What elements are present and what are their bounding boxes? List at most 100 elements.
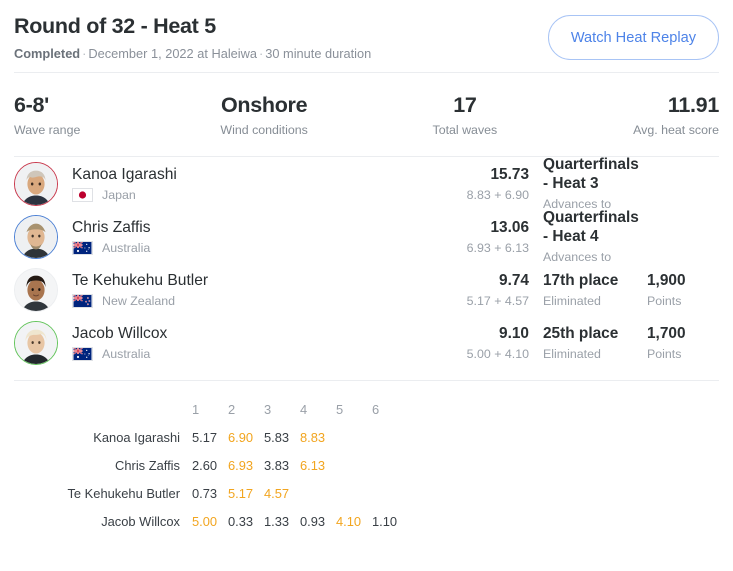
wave-scores-table: 1 2 3 4 5 6 Kanoa Igarashi 5.17 6.90 5.8… — [0, 381, 733, 535]
stat-value: 17 — [453, 93, 477, 117]
stat-label: Wind conditions — [220, 123, 308, 137]
athlete-points-label: Points — [647, 346, 682, 361]
athlete-result-sub: Eliminated — [543, 293, 601, 308]
country-label: Australia — [102, 347, 151, 361]
stat-wind-conditions: Onshore Wind conditions — [181, 93, 382, 138]
athlete-points-column — [647, 182, 719, 186]
status-badge: Completed — [14, 46, 81, 61]
wave-score-cell: 6.93 — [228, 457, 254, 473]
athlete-score-breakdown: 8.83 + 6.90 — [466, 187, 529, 202]
avatar-portrait-icon — [15, 321, 57, 364]
stat-value: 6-8' — [14, 93, 49, 117]
athlete-result-sub: Eliminated — [543, 346, 601, 361]
australia-flag-icon — [72, 347, 93, 361]
wave-row-athlete: Chris Zaffis — [115, 457, 180, 473]
watch-heat-replay-button[interactable]: Watch Heat Replay — [547, 15, 719, 60]
athlete-score-column: 9.10 5.00 + 4.10 — [397, 324, 529, 362]
athlete-score-column: 9.74 5.17 + 4.57 — [397, 271, 529, 309]
wave-score-cell: 0.73 — [192, 485, 218, 501]
athlete-row[interactable]: Chris Zaffis Australia 13.06 6.93 + 6.13… — [14, 208, 719, 265]
wave-table-header: 1 2 3 4 5 6 — [14, 395, 719, 423]
country-label: New Zealand — [102, 294, 176, 308]
stat-avg-heat-score: 11.91 Avg. heat score — [552, 93, 719, 138]
wave-column-header: 2 — [228, 401, 236, 417]
athlete-total-score: 9.74 — [499, 271, 529, 289]
athlete-row[interactable]: Kanoa Igarashi Japan 15.73 8.83 + 6.90 Q… — [14, 155, 719, 212]
athlete-points: 1,900 — [647, 271, 686, 289]
wave-column-header: 5 — [336, 401, 344, 417]
athlete-points-column: 1,900 Points — [647, 271, 719, 309]
wave-row-athlete: Jacob Willcox — [101, 513, 180, 529]
heat-date-location: December 1, 2022 at Haleiwa — [88, 46, 257, 61]
wave-score-cell: 5.17 — [228, 485, 254, 501]
heat-detail-page: Round of 32 - Heat 5 Completed · December … — [0, 0, 733, 571]
athlete-row[interactable]: Te Kehukehu Butler New Zealand 9.74 5.17… — [14, 263, 719, 316]
wave-score-cell: 5.17 — [192, 429, 218, 445]
wave-column-header: 4 — [300, 401, 308, 417]
athlete-result-column: Quarterfinals - Heat 4 Advances to — [529, 208, 647, 265]
athlete-name: Te Kehukehu Butler — [72, 272, 209, 289]
avatar-portrait-icon — [15, 268, 57, 311]
wave-row-athlete: Kanoa Igarashi — [93, 429, 180, 445]
athlete-identity: Kanoa Igarashi Japan — [72, 165, 397, 202]
athlete-result: 25th place — [543, 324, 619, 342]
wave-table-row: Kanoa Igarashi 5.17 6.90 5.83 8.83 — [14, 423, 719, 451]
country-label: Japan — [102, 188, 136, 202]
athlete-name: Kanoa Igarashi — [72, 166, 177, 183]
heat-stats-row: 6-8' Wave range Onshore Wind conditions … — [0, 73, 733, 156]
athlete-total-score: 9.10 — [499, 324, 529, 342]
australia-flag-icon — [72, 241, 93, 255]
wave-column-header: 3 — [264, 401, 272, 417]
athlete-score-breakdown: 5.17 + 4.57 — [466, 293, 529, 308]
stat-wave-range: 6-8' Wave range — [14, 93, 181, 138]
stat-label: Wave range — [14, 123, 81, 137]
wave-score-cell: 1.33 — [264, 513, 290, 529]
wave-column-header: 1 — [192, 401, 200, 417]
athlete-country: Australia — [72, 347, 397, 361]
wave-table-row: Jacob Willcox 5.00 0.33 1.33 0.93 4.10 1… — [14, 507, 719, 535]
wave-score-cell: 5.83 — [264, 429, 290, 445]
athlete-points-column — [647, 235, 719, 239]
athlete-result-column: Quarterfinals - Heat 3 Advances to — [529, 155, 647, 212]
japan-flag-icon — [72, 188, 93, 202]
athlete-result: Quarterfinals - Heat 4 — [543, 209, 639, 245]
athlete-identity: Te Kehukehu Butler New Zealand — [72, 271, 397, 308]
athlete-result: Quarterfinals - Heat 3 — [543, 156, 639, 192]
athlete-result-column: 17th place Eliminated — [529, 271, 647, 309]
wave-score-cell: 6.90 — [228, 429, 254, 445]
athlete-list: Kanoa Igarashi Japan 15.73 8.83 + 6.90 Q… — [0, 155, 733, 369]
heat-header: Round of 32 - Heat 5 Completed · December … — [0, 0, 733, 72]
country-label: Australia — [102, 241, 151, 255]
athlete-country: Japan — [72, 188, 397, 202]
athlete-total-score: 13.06 — [490, 218, 529, 236]
avatar — [14, 267, 58, 312]
athlete-name: Chris Zaffis — [72, 219, 151, 236]
wave-score-cell: 4.10 — [336, 513, 362, 529]
athlete-score-column: 13.06 6.93 + 6.13 — [397, 218, 529, 256]
avatar-portrait-icon — [15, 162, 57, 205]
wave-score-cell: 1.10 — [372, 513, 398, 529]
stat-total-waves: 17 Total waves — [382, 93, 553, 138]
avatar-portrait-icon — [15, 215, 57, 258]
wave-table-row: Chris Zaffis 2.60 6.93 3.83 6.13 — [14, 451, 719, 479]
athlete-points-column: 1,700 Points — [647, 324, 719, 362]
athlete-points-label: Points — [647, 293, 682, 308]
athlete-name: Jacob Willcox — [72, 325, 168, 342]
athlete-score-breakdown: 5.00 + 4.10 — [466, 346, 529, 361]
stat-value: 11.91 — [667, 93, 719, 117]
wave-score-cell: 8.83 — [300, 429, 326, 445]
stat-value: Onshore — [220, 93, 308, 117]
wave-score-cell: 4.57 — [264, 485, 290, 501]
athlete-result-column: 25th place Eliminated — [529, 324, 647, 362]
wave-score-cell: 0.93 — [300, 513, 326, 529]
wave-score-cell: 2.60 — [192, 457, 218, 473]
newzealand-flag-icon — [72, 294, 93, 308]
wave-table-row: Te Kehukehu Butler 0.73 5.17 4.57 — [14, 479, 719, 507]
athlete-score-column: 15.73 8.83 + 6.90 — [397, 165, 529, 203]
stat-label: Total waves — [432, 123, 498, 137]
avatar — [14, 320, 58, 365]
athlete-total-score: 15.73 — [490, 165, 529, 183]
athlete-country: New Zealand — [72, 294, 397, 308]
wave-score-cell: 3.83 — [264, 457, 290, 473]
athlete-row[interactable]: Jacob Willcox Australia 9.10 5.00 + 4.10… — [14, 316, 719, 369]
